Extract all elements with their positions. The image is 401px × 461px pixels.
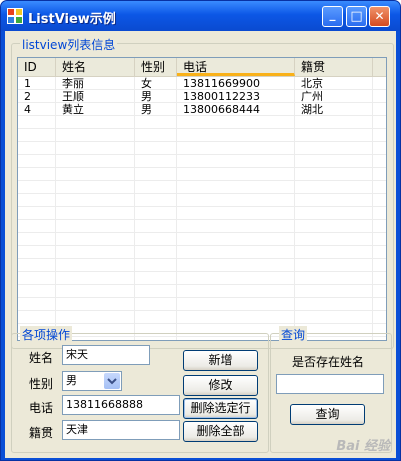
column-header-filler	[373, 58, 386, 76]
cell-phone: 13800668444	[183, 103, 260, 116]
operations-group-legend: 各项操作	[20, 326, 73, 343]
watermark: Bai 经验	[336, 439, 390, 454]
cell-id: 2	[24, 90, 31, 103]
gender-select[interactable]: 男	[62, 371, 122, 391]
gridline	[18, 245, 386, 246]
gridline	[18, 271, 386, 272]
cell-gender: 男	[141, 103, 152, 116]
gridline	[134, 77, 135, 340]
gridline	[372, 77, 373, 340]
window-title: ListView示例	[28, 12, 116, 27]
main-window: ListView示例 _ □ ✕ listview列表信息 ID 姓名 性别 电…	[0, 0, 401, 461]
column-header-id[interactable]: ID	[18, 58, 56, 76]
delete-selected-button[interactable]: 删除选定行	[183, 398, 258, 419]
dropdown-arrow-icon[interactable]	[104, 373, 120, 389]
query-button[interactable]: 查询	[290, 404, 365, 425]
gridline	[18, 284, 386, 285]
title-bar[interactable]: ListView示例 _ □ ✕	[1, 1, 400, 31]
name-label: 姓名	[29, 351, 54, 365]
gridline	[176, 77, 177, 340]
gridline	[18, 154, 386, 155]
gridline	[18, 141, 386, 142]
gridline	[18, 297, 386, 298]
cell-phone: 13811669900	[183, 77, 260, 90]
maximize-button[interactable]: □	[346, 6, 367, 27]
gridline	[18, 258, 386, 259]
column-header-name[interactable]: 姓名	[56, 58, 135, 76]
gender-select-value: 男	[66, 374, 77, 387]
gridline	[18, 310, 386, 311]
gridline	[18, 128, 386, 129]
listview-group-legend: listview列表信息	[20, 36, 118, 53]
listview[interactable]: ID 姓名 性别 电话 籍贯 1 李丽 女 13811669900 北京 2 王…	[17, 57, 387, 341]
cell-name: 黄立	[62, 103, 84, 116]
query-group-legend: 查询	[279, 326, 308, 343]
table-row[interactable]: 1 李丽 女 13811669900 北京	[18, 78, 386, 90]
query-question-label: 是否存在姓名	[292, 355, 365, 369]
close-button[interactable]: ✕	[369, 6, 390, 27]
client-area: listview列表信息 ID 姓名 性别 电话 籍贯 1 李丽 女 13811…	[5, 31, 396, 458]
gridline	[18, 206, 386, 207]
gridline	[18, 219, 386, 220]
origin-input[interactable]: 天津	[62, 420, 180, 440]
gender-label: 性别	[29, 377, 54, 391]
origin-label: 籍贯	[29, 426, 54, 440]
gridline	[55, 77, 56, 340]
gridline	[18, 323, 386, 324]
cell-phone: 13800112233	[183, 90, 260, 103]
phone-label: 电话	[29, 401, 54, 415]
minimize-icon: _	[329, 7, 336, 21]
app-icon	[7, 8, 23, 24]
listview-header: ID 姓名 性别 电话 籍贯	[18, 58, 386, 77]
maximize-icon: □	[350, 9, 363, 24]
cell-name: 李丽	[62, 77, 84, 90]
name-input[interactable]: 宋天	[62, 345, 150, 365]
gridline	[18, 193, 386, 194]
gridline	[294, 77, 295, 340]
column-header-phone[interactable]: 电话	[177, 58, 295, 76]
minimize-button[interactable]: _	[322, 6, 343, 27]
delete-all-button[interactable]: 删除全部	[183, 421, 258, 442]
query-input[interactable]	[276, 374, 384, 394]
gridline	[18, 232, 386, 233]
column-header-origin[interactable]: 籍贯	[295, 58, 373, 76]
table-row[interactable]: 4 黄立 男 13800668444 湖北	[18, 104, 386, 116]
close-icon: ✕	[374, 9, 385, 23]
gridline	[18, 180, 386, 181]
add-button[interactable]: 新增	[183, 350, 258, 371]
cell-gender: 男	[141, 90, 152, 103]
cell-gender: 女	[141, 77, 152, 90]
cell-name: 王顺	[62, 90, 84, 103]
phone-input[interactable]: 13811668888	[62, 395, 180, 415]
cell-id: 4	[24, 103, 31, 116]
table-row[interactable]: 2 王顺 男 13800112233 广州	[18, 91, 386, 103]
cell-origin: 湖北	[301, 103, 323, 116]
gridline	[18, 167, 386, 168]
cell-id: 1	[24, 77, 31, 90]
cell-origin: 北京	[301, 77, 323, 90]
cell-origin: 广州	[301, 90, 323, 103]
edit-button[interactable]: 修改	[183, 375, 258, 396]
column-header-gender[interactable]: 性别	[135, 58, 177, 76]
